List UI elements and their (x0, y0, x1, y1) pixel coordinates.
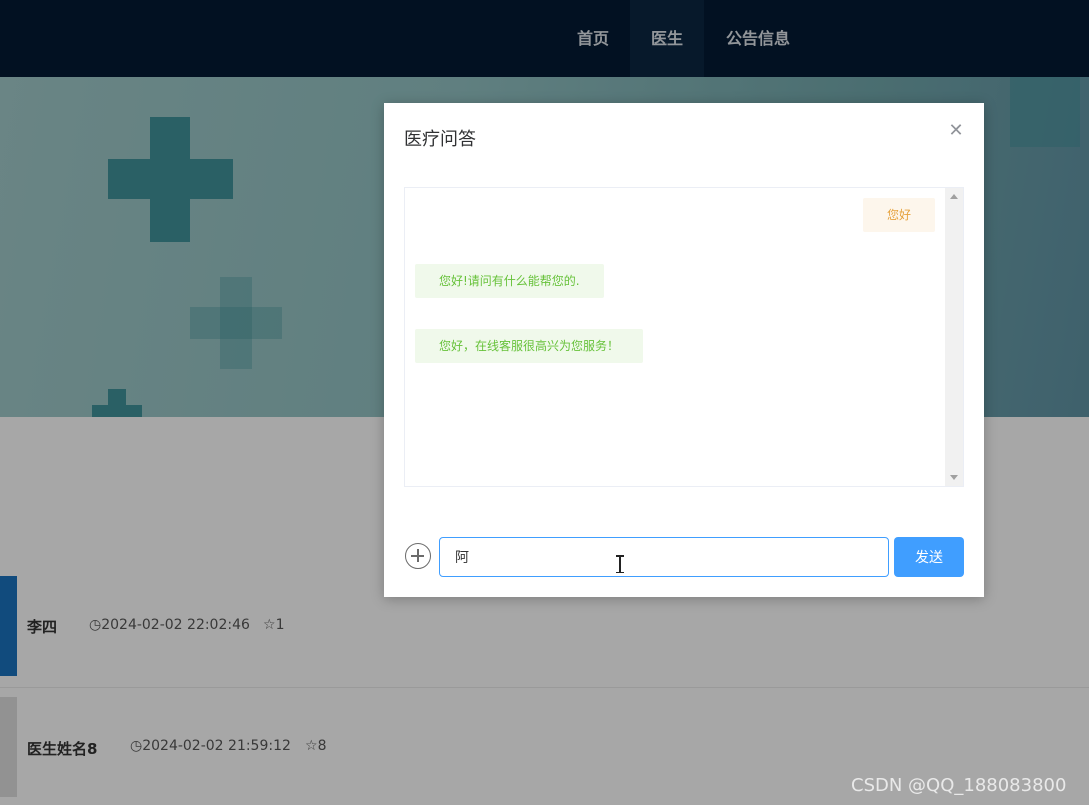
scroll-down-icon[interactable] (950, 475, 958, 480)
scroll-up-icon[interactable] (950, 194, 958, 199)
scrollbar[interactable] (945, 188, 963, 486)
dialog-title: 医疗问答 (404, 129, 476, 150)
message-input[interactable] (439, 537, 889, 577)
add-attachment-icon[interactable] (405, 543, 431, 569)
message-bubble-received: 您好!请问有什么能帮您的. (415, 264, 604, 298)
chat-dialog: 医疗问答 ✕ 您好 您好!请问有什么能帮您的. 您好，在线客服很高兴为您服务！ … (384, 103, 984, 597)
send-button[interactable]: 发送 (894, 537, 964, 577)
chat-history[interactable]: 您好 您好!请问有什么能帮您的. 您好，在线客服很高兴为您服务！ (404, 187, 964, 487)
watermark: CSDN @QQ_188083800 (851, 775, 1067, 796)
message-bubble-sent: 您好 (862, 198, 935, 232)
text-cursor-icon (616, 555, 624, 573)
close-icon[interactable]: ✕ (946, 121, 966, 141)
message-bubble-received: 您好，在线客服很高兴为您服务！ (415, 329, 644, 363)
